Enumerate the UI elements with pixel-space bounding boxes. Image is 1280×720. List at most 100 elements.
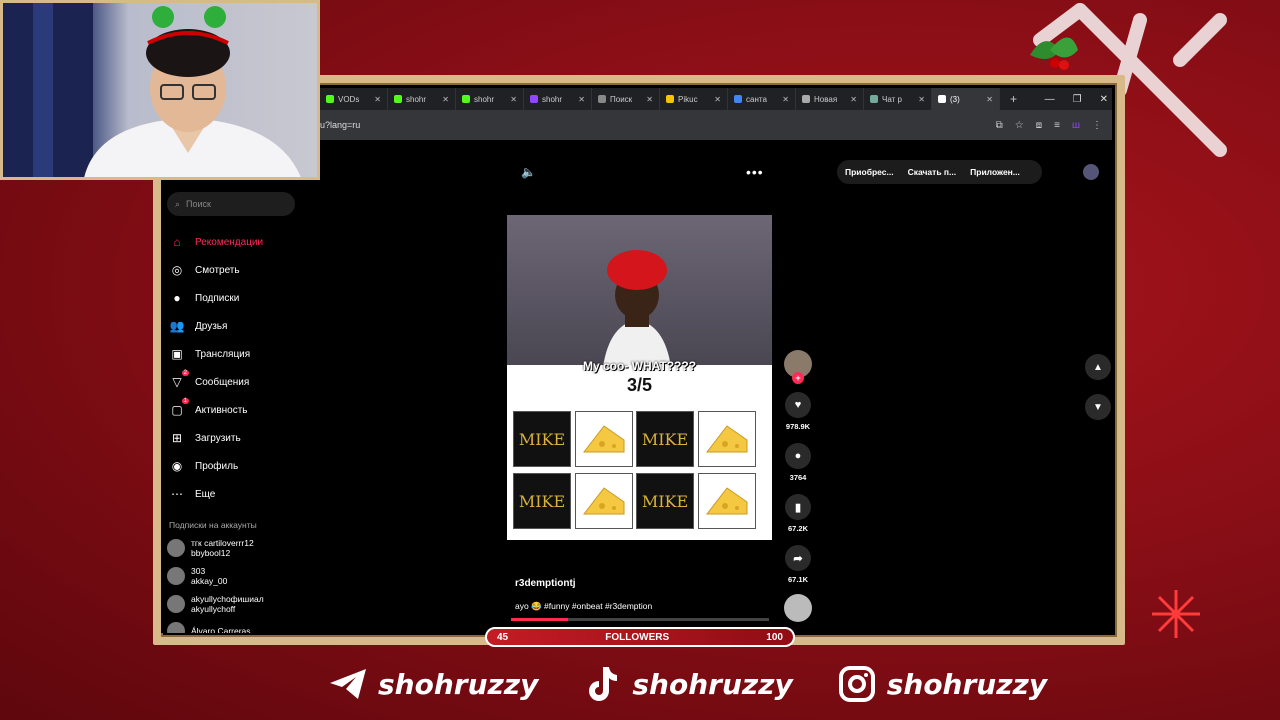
tab-title: Pikuc xyxy=(678,94,698,104)
tab-title: Новая xyxy=(814,94,838,104)
close-tab-icon[interactable]: ✕ xyxy=(850,95,857,104)
twitch-extension-icon[interactable]: ш xyxy=(1072,120,1080,131)
maximize-icon[interactable]: ❐ xyxy=(1073,94,1082,105)
sidebar-item[interactable]: ⋯ Еще xyxy=(169,480,319,508)
sidebar-item[interactable]: ◉ Профиль xyxy=(169,452,319,480)
extensions-icon[interactable]: ⧈ xyxy=(1036,120,1042,131)
share-icon[interactable]: ➦ xyxy=(785,545,811,571)
tab-title: Чат р xyxy=(882,94,902,104)
video-author[interactable]: r3demptiontj xyxy=(515,578,576,589)
video-caption: My coo- WHAT???? xyxy=(582,359,697,373)
notification-badge: 1 xyxy=(181,398,189,404)
browser-tab[interactable]: shohr ✕ xyxy=(524,88,592,110)
browser-tab[interactable]: санта ✕ xyxy=(728,88,796,110)
browser-tab[interactable]: shohr ✕ xyxy=(388,88,456,110)
bookmark-icon[interactable]: ▮ xyxy=(785,494,811,520)
tab-title: shohr xyxy=(542,94,563,104)
sidebar-item-label: Активность xyxy=(195,404,248,416)
sidebar-item[interactable]: ▽ 2 Сообщения xyxy=(169,368,319,396)
browser-tab[interactable]: Новая ✕ xyxy=(796,88,864,110)
sidebar-item-label: Рекомендации xyxy=(195,236,264,248)
tab-title: санта xyxy=(746,94,767,104)
sidebar-item[interactable]: ● Подписки xyxy=(169,284,319,312)
followed-account[interactable]: тгк cartiloverrr12 bbybool12 xyxy=(167,538,254,558)
close-tab-icon[interactable]: ✕ xyxy=(986,95,993,104)
browser-tab[interactable]: VODs ✕ xyxy=(320,88,388,110)
instagram-handle: shohruzzy xyxy=(886,667,1048,701)
sidebar-item[interactable]: ⌂ Рекомендации xyxy=(169,228,319,256)
sidebar-item[interactable]: ▢ 1 Активность xyxy=(169,396,319,424)
snowflake-icon xyxy=(1152,590,1200,638)
browser-tab[interactable]: Pikuc ✕ xyxy=(660,88,728,110)
tab-title: shohr xyxy=(474,94,495,104)
close-tab-icon[interactable]: ✕ xyxy=(918,95,925,104)
browser-tab[interactable]: Поиск ✕ xyxy=(592,88,660,110)
webcam-overlay xyxy=(0,0,320,180)
browser-tab[interactable]: shohr ✕ xyxy=(456,88,524,110)
volume-icon[interactable]: 🔈 xyxy=(521,165,536,179)
close-window-icon[interactable]: ✕ xyxy=(1100,94,1108,105)
tiktok-page: ⌕ Поиск ⌂ Рекомендации ◎ Смотреть ● Подписки 👥… xyxy=(161,140,1112,633)
browser-menu-icon[interactable]: ⋮ xyxy=(1092,120,1102,131)
close-tab-icon[interactable]: ✕ xyxy=(578,95,585,104)
cheese-icon xyxy=(705,487,747,515)
address-bar[interactable]: u?lang=ru ⧉ ☆ ⧈ ≡ ш ⋮ xyxy=(320,110,1112,140)
url-text: u?lang=ru xyxy=(320,120,361,130)
tab-favicon-icon xyxy=(938,95,946,103)
install-icon[interactable]: ⧉ xyxy=(996,120,1003,131)
followed-account[interactable]: 303 akkay_00 xyxy=(167,566,227,586)
mike-card: MIKE xyxy=(513,411,571,467)
close-tab-icon[interactable]: ✕ xyxy=(714,95,721,104)
media-icon[interactable]: ≡ xyxy=(1054,120,1060,131)
sound-disc-icon[interactable] xyxy=(784,594,812,622)
close-tab-icon[interactable]: ✕ xyxy=(510,95,517,104)
sidebar-item[interactable]: ◎ Смотреть xyxy=(169,256,319,284)
notification-badge: 2 xyxy=(181,370,189,376)
close-tab-icon[interactable]: ✕ xyxy=(646,95,653,104)
followed-account[interactable]: Álvaro Carreras xyxy=(167,622,251,633)
action-bar: + ♥ 978.9K ● 3764 ▮ 67.2K ➦ 67.1K xyxy=(781,350,815,633)
follow-plus-icon[interactable]: + xyxy=(792,372,804,384)
search-input[interactable]: ⌕ Поиск xyxy=(167,192,295,216)
sidebar-item[interactable]: 👥 Друзья xyxy=(169,312,319,340)
following-icon: ● xyxy=(173,291,181,305)
close-tab-icon[interactable]: ✕ xyxy=(442,95,449,104)
sidebar-item-label: Смотреть xyxy=(195,264,240,276)
close-tab-icon[interactable]: ✕ xyxy=(782,95,789,104)
user-avatar[interactable] xyxy=(1083,164,1099,180)
more-options-icon[interactable]: ••• xyxy=(746,164,764,180)
app-button[interactable]: Приложен... xyxy=(970,167,1020,177)
more-icon: ⋯ xyxy=(171,487,183,501)
social-links: shohruzzy shohruzzy shohruzzy xyxy=(328,664,1047,704)
video-description: ayo 😂 #funny #onbeat #r3demption xyxy=(515,601,653,611)
share-count: 67.1K xyxy=(787,575,808,584)
close-tab-icon[interactable]: ✕ xyxy=(374,95,381,104)
new-tab-button[interactable]: + xyxy=(1000,92,1027,106)
friends-icon: 👥 xyxy=(169,319,185,333)
cheese-icon xyxy=(582,425,624,453)
video-player[interactable]: MIKE MIKE MIKE MIKE My coo- WHAT???? 3/5 xyxy=(507,215,772,540)
author-avatar[interactable]: + xyxy=(784,350,812,384)
video-progress[interactable] xyxy=(511,618,769,621)
browser-tab[interactable]: (3) ✕ xyxy=(932,88,1000,110)
holly-decoration xyxy=(1030,37,1078,70)
browser-tab[interactable]: Чат р ✕ xyxy=(864,88,932,110)
tab-favicon-icon xyxy=(394,95,402,103)
followed-account[interactable]: akyullychoфишиал akyullychoff xyxy=(167,594,264,614)
account-handle: akkay_00 xyxy=(191,576,228,586)
like-icon[interactable]: ♥ xyxy=(785,392,811,418)
previous-video-button[interactable]: ▲ xyxy=(1085,354,1111,380)
sidebar-item[interactable]: ⊞ Загрузить xyxy=(169,424,319,452)
sidebar-item[interactable]: ▣ Трансляция xyxy=(169,340,319,368)
account-avatar xyxy=(167,567,185,585)
comment-icon[interactable]: ● xyxy=(785,443,811,469)
minimize-icon[interactable]: — xyxy=(1045,94,1055,105)
telegram-handle: shohruzzy xyxy=(378,667,539,701)
account-avatar xyxy=(167,539,185,557)
download-app-button[interactable]: Скачать п... xyxy=(908,167,957,177)
buy-coins-button[interactable]: Приобрес... xyxy=(845,167,894,177)
bookmark-star-icon[interactable]: ☆ xyxy=(1015,120,1024,131)
cheese-icon xyxy=(705,425,747,453)
next-video-button[interactable]: ▼ xyxy=(1085,394,1111,420)
browser-tabbar: VODs ✕ shohr ✕ shohr ✕ shohr ✕ Поиск ✕ Pikuc ✕ санта… xyxy=(320,88,1112,110)
